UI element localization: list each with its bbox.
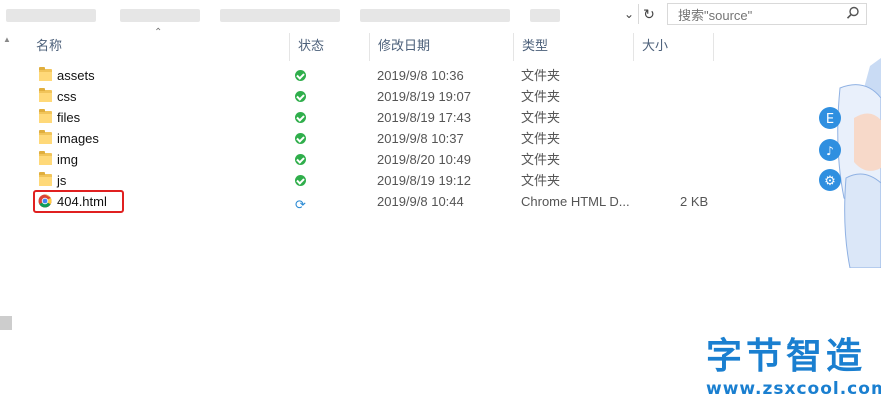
status-cell	[295, 107, 315, 128]
search-icon[interactable]	[846, 6, 860, 20]
file-type: 文件夹	[521, 131, 561, 146]
file-date: 2019/9/8 10:37	[377, 131, 464, 146]
column-modified[interactable]: 修改日期	[370, 33, 514, 61]
watermark-title: 字节智造	[706, 336, 867, 377]
folder-icon	[39, 88, 52, 102]
column-status[interactable]: 状态	[290, 33, 370, 61]
file-size: 2 KB	[680, 194, 709, 209]
file-type: 文件夹	[521, 110, 561, 125]
file-type: 文件夹	[521, 173, 561, 188]
file-name-cell: 404.html	[36, 191, 286, 212]
file-name-cell: js	[36, 170, 286, 191]
mascot-badge-music: ♪	[826, 144, 834, 158]
folder-icon	[39, 67, 52, 81]
scroll-up-arrow-icon[interactable]: ▲	[3, 35, 11, 44]
file-name: js	[57, 173, 67, 188]
file-date: 2019/8/20 10:49	[377, 152, 471, 167]
sync-ok-icon	[295, 154, 306, 165]
blurred-path-segment	[220, 9, 340, 22]
file-name: img	[57, 152, 78, 167]
file-row-images[interactable]: images 2019/9/8 10:37 文件夹	[28, 128, 728, 149]
status-cell	[295, 65, 315, 86]
sync-ok-icon	[295, 70, 306, 81]
sync-pending-icon: ⟳	[295, 197, 306, 212]
mascot-badge-e: E	[826, 112, 834, 127]
navigation-pane-scrollbar[interactable]: ▲	[0, 30, 14, 404]
file-type: 文件夹	[521, 152, 561, 167]
file-date: 2019/8/19 19:07	[377, 89, 471, 104]
file-row-files[interactable]: files 2019/8/19 17:43 文件夹	[28, 107, 728, 128]
sync-ok-icon	[295, 175, 306, 186]
refresh-icon[interactable]: ↻	[638, 4, 659, 24]
file-row-404-html[interactable]: 404.html ⟳ 2019/9/8 10:44 Chrome HTML D.…	[28, 190, 728, 213]
file-type: 文件夹	[521, 89, 561, 104]
sync-ok-icon	[295, 91, 306, 102]
file-name: assets	[57, 68, 95, 83]
status-cell	[295, 86, 315, 107]
status-cell	[295, 128, 315, 149]
mascot-badge-settings: ⚙	[824, 174, 836, 189]
file-date: 2019/8/19 17:43	[377, 110, 471, 125]
file-date: 2019/9/8 10:44	[377, 194, 464, 209]
blurred-path-segment	[6, 9, 96, 22]
file-name-cell: files	[36, 107, 286, 128]
folder-icon	[39, 130, 52, 144]
file-row-css[interactable]: css 2019/8/19 19:07 文件夹	[28, 86, 728, 107]
file-name: 404.html	[57, 194, 107, 209]
mascot-image: E ♪ ⚙	[819, 58, 881, 268]
file-name-cell: css	[36, 86, 286, 107]
file-name-cell: images	[36, 128, 286, 149]
status-cell: ⟳	[295, 191, 315, 212]
sync-ok-icon	[295, 112, 306, 123]
folder-icon	[39, 109, 52, 123]
file-row-assets[interactable]: assets 2019/9/8 10:36 文件夹	[28, 65, 728, 86]
column-header: ⌃ 名称 状态 修改日期 类型 大小	[28, 27, 728, 61]
file-list: assets 2019/9/8 10:36 文件夹 css 2019/8/19 …	[28, 65, 728, 213]
scrollbar-thumb[interactable]	[0, 316, 12, 330]
watermark: 字节智造 www.zsxcool.com	[700, 335, 881, 404]
column-name[interactable]: 名称	[28, 33, 290, 61]
blurred-path-segment	[530, 9, 560, 22]
status-cell	[295, 170, 315, 191]
file-name: css	[57, 89, 77, 104]
file-date: 2019/8/19 19:12	[377, 173, 471, 188]
file-type: Chrome HTML D...	[521, 194, 630, 209]
file-date: 2019/9/8 10:36	[377, 68, 464, 83]
column-type[interactable]: 类型	[514, 33, 634, 61]
file-name: images	[57, 131, 99, 146]
blurred-path-segment	[120, 9, 200, 22]
address-bar[interactable]: ⌄ ↻	[0, 0, 881, 30]
file-name: files	[57, 110, 81, 125]
search-box[interactable]	[667, 3, 867, 25]
file-name-cell: img	[36, 149, 286, 170]
folder-icon	[39, 151, 52, 165]
search-input[interactable]	[676, 5, 840, 25]
sync-ok-icon	[295, 133, 306, 144]
file-row-js[interactable]: js 2019/8/19 19:12 文件夹	[28, 170, 728, 191]
folder-icon	[39, 172, 52, 186]
column-size[interactable]: 大小	[634, 33, 714, 61]
chrome-icon	[38, 194, 52, 208]
file-row-img[interactable]: img 2019/8/20 10:49 文件夹	[28, 149, 728, 170]
status-cell	[295, 149, 315, 170]
file-type: 文件夹	[521, 68, 561, 83]
chevron-down-icon[interactable]: ⌄	[620, 4, 638, 24]
watermark-url: www.zsxcool.com	[706, 379, 881, 399]
blurred-path-segment	[360, 9, 510, 22]
file-name-cell: assets	[36, 65, 286, 86]
